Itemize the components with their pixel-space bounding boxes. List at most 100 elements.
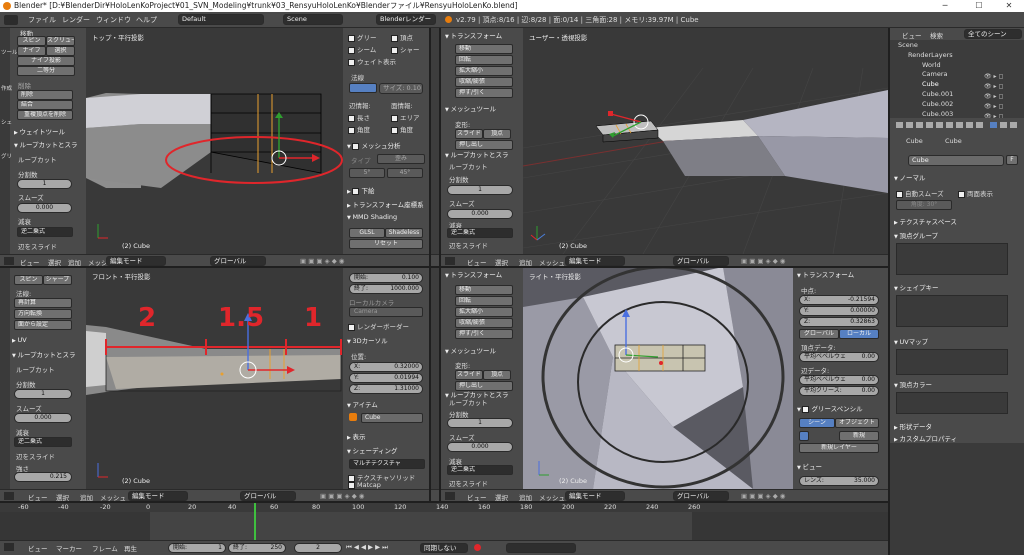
timeline-playhead[interactable] <box>254 502 256 540</box>
cursor-y-field[interactable]: Y: 0.01994 <box>349 373 423 383</box>
transform-orientation-section[interactable]: トランスフォーム座標系 <box>347 199 423 209</box>
menu-view[interactable]: ビュー <box>28 543 48 553</box>
outliner-search-menu[interactable]: 検索 <box>930 30 943 40</box>
orientation-select[interactable]: グローバル <box>240 491 296 501</box>
falloff-select-right[interactable]: 逆二乗式 <box>447 228 513 238</box>
editor-type-icon[interactable] <box>4 257 14 265</box>
outliner-item[interactable]: Cube <box>922 80 939 88</box>
outliner-item[interactable]: Cube.001 <box>922 90 953 98</box>
shape-keys-list[interactable] <box>896 295 1008 327</box>
loopcut-section[interactable]: ループカットとスラ <box>14 139 77 149</box>
falloff-select[interactable]: 逆二乗式 <box>17 227 73 237</box>
orientation-select[interactable]: グローバル <box>210 256 266 266</box>
analysis-min-field[interactable]: 5° <box>349 168 385 178</box>
header-icons[interactable]: ▣ ▣ ▣ ◈ ◆ ◉ <box>741 492 785 500</box>
viewport-user-persp[interactable]: ユーザー・透視投影 (2) Cube <box>523 28 888 254</box>
mesh-name-field[interactable]: Cube <box>908 155 1004 166</box>
smooth-field-right[interactable]: 0.000 <box>447 209 513 219</box>
smooth-field[interactable]: 0.000 <box>14 413 72 423</box>
vertex-check[interactable]: 頂点 <box>391 32 413 42</box>
normal-display-buttons[interactable] <box>349 83 377 93</box>
mode-select[interactable]: 編集モード <box>128 491 188 501</box>
outliner-item[interactable]: Cube.003 <box>922 110 953 118</box>
knife-button[interactable]: ナイフ <box>17 46 46 56</box>
vertex-button[interactable]: 頂点 <box>483 129 511 139</box>
length-check[interactable]: 長さ <box>348 112 370 122</box>
grease-new-button[interactable]: 新規 <box>839 431 879 441</box>
header-icons[interactable]: ▣ ▣ ▣ ◈ ◆ ◉ <box>320 492 364 500</box>
weight-display-check[interactable]: ウェイト表示 <box>348 56 396 66</box>
mesh-tools-section[interactable]: メッシュツール <box>445 345 496 355</box>
divider[interactable] <box>0 501 888 503</box>
screw-button[interactable]: スクリュー <box>46 36 75 46</box>
divider[interactable] <box>429 28 431 502</box>
item-name-field[interactable]: Cube <box>361 413 423 423</box>
spin-button[interactable]: スピン <box>14 275 43 285</box>
mesh-analysis-section[interactable]: メッシュ分析 <box>347 140 400 150</box>
orientation-select[interactable]: グローバル <box>673 256 729 266</box>
push-pull-button[interactable]: 押す/引く <box>455 329 513 339</box>
divider[interactable] <box>888 28 890 555</box>
local-button[interactable]: ローカル <box>839 329 879 339</box>
outliner-item[interactable]: World <box>922 61 941 69</box>
normals-section[interactable]: ノーマル <box>894 172 925 182</box>
cuts-field[interactable]: 1 <box>17 179 72 189</box>
3d-cursor-section[interactable]: 3Dカーソル <box>347 335 387 345</box>
median-y-field[interactable]: Y: 0.00000 <box>799 306 879 316</box>
cursor-x-field[interactable]: X: 0.32000 <box>349 362 423 372</box>
menu-file[interactable]: ファイル <box>28 15 56 25</box>
glsl-button[interactable]: GLSL <box>349 228 385 238</box>
view-section[interactable]: ビュー <box>797 461 822 471</box>
falloff-select-right[interactable]: 逆二乗式 <box>447 465 513 475</box>
smooth-field-right[interactable]: 0.000 <box>447 442 513 452</box>
grease-scene-button[interactable]: シーン <box>799 418 835 428</box>
seam-check[interactable]: シーム <box>348 44 376 54</box>
scale-button[interactable]: 拡大縮小 <box>455 307 513 317</box>
strength-field[interactable]: 0.215 <box>14 472 72 482</box>
mode-select[interactable]: 編集モード <box>565 491 625 501</box>
record-icon[interactable] <box>474 544 481 551</box>
shadeless-button[interactable]: Shadeless <box>385 228 423 238</box>
loopcut-section[interactable]: ループカットとスラ <box>12 349 75 359</box>
grease-pencil-icon[interactable] <box>799 431 809 441</box>
timeline[interactable]: -60 -40 -20 0 20 40 60 80 100 120 140 16… <box>0 502 888 540</box>
vertex-bevel-field[interactable]: 平均ベベルウェ 0.00 <box>799 352 879 362</box>
menu-render[interactable]: レンダー <box>62 15 90 25</box>
divider[interactable] <box>439 28 441 502</box>
close-icon[interactable]: ✕ <box>994 0 1024 12</box>
menu-playback[interactable]: 再生 <box>124 543 137 553</box>
texture-space-section[interactable]: テクスチャスペース <box>894 216 956 226</box>
grease-new-layer-button[interactable]: 新規レイヤー <box>799 443 879 453</box>
sync-select[interactable]: 同期しない <box>420 543 468 553</box>
mmd-shading-section[interactable]: MMD Shading <box>347 213 397 221</box>
rotate-button[interactable]: 回転 <box>455 296 513 306</box>
shrink-fatten-button[interactable]: 収縮/膨張 <box>455 318 513 328</box>
layout-select[interactable]: Default <box>178 14 264 25</box>
transform-section[interactable]: トランスフォーム <box>445 269 502 279</box>
grease-object-button[interactable]: オブジェクト <box>835 418 879 428</box>
spin-button[interactable]: スピン <box>17 36 46 46</box>
shading-section[interactable]: シェーディング <box>347 445 397 455</box>
sharp-button[interactable]: シャープ <box>43 275 72 285</box>
slide-button[interactable]: スライド <box>455 129 483 139</box>
header-icons[interactable]: ▣ ▣ ▣ ◈ ◆ ◉ <box>741 257 785 265</box>
global-button[interactable]: グローバル <box>799 329 839 339</box>
uv-section[interactable]: UV <box>12 336 26 344</box>
background-images-section[interactable]: 下絵 <box>347 185 374 195</box>
viewport-top-ortho[interactable]: トップ・平行投影 (2) Cube <box>86 28 343 254</box>
clip-start-field[interactable]: 開始: 0.100 <box>349 273 423 283</box>
cursor-z-field[interactable]: Z: 1.31000 <box>349 384 423 394</box>
reset-button[interactable]: リセット <box>349 239 423 249</box>
divider[interactable] <box>0 266 888 268</box>
set-from-faces-button[interactable]: 面から設定 <box>14 320 72 330</box>
smooth-field[interactable]: 0.000 <box>17 203 72 213</box>
select-button[interactable]: 選択 <box>46 46 75 56</box>
menu-window[interactable]: ウィンドウ <box>96 15 131 25</box>
bisect-button[interactable]: 二等分 <box>17 66 75 76</box>
menu-frame[interactable]: フレーム <box>92 543 118 553</box>
editor-type-icon[interactable] <box>445 492 455 500</box>
glow-check[interactable]: グリー <box>348 32 377 42</box>
outliner-view-menu[interactable]: ビュー <box>902 30 922 40</box>
fake-user-button[interactable]: F <box>1006 155 1018 165</box>
header-icons[interactable]: ▣ ▣ ▣ ◈ ◆ ◉ <box>300 257 344 265</box>
